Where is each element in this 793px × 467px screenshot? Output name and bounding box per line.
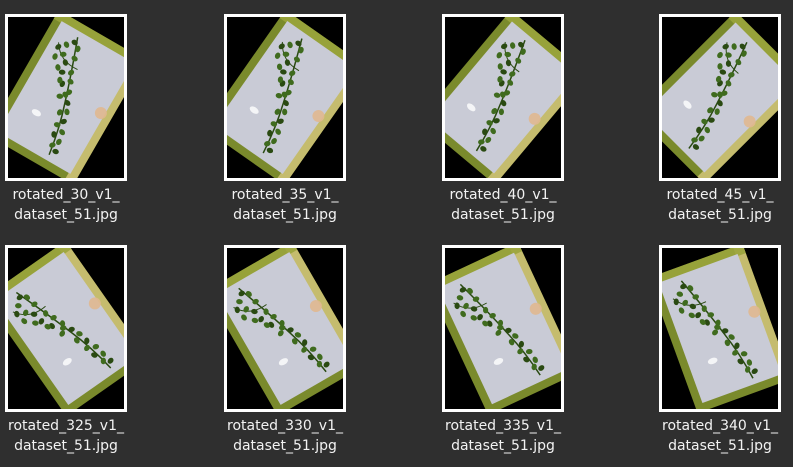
file-item[interactable]: rotated_30_v1_ dataset_51.jpg xyxy=(0,14,141,225)
plant-photo-thumbnail xyxy=(227,17,343,178)
plant-photo-thumbnail xyxy=(662,248,778,409)
file-name-label[interactable]: rotated_335_v1_ dataset_51.jpg xyxy=(428,416,578,456)
image-thumbnail[interactable] xyxy=(659,14,781,181)
plant-photo-thumbnail xyxy=(445,248,561,409)
file-name-label[interactable]: rotated_30_v1_ dataset_51.jpg xyxy=(0,185,141,225)
plant-photo-thumbnail xyxy=(8,248,124,409)
file-grid: rotated_30_v1_ dataset_51.jpg rotated_35… xyxy=(0,0,793,467)
image-thumbnail[interactable] xyxy=(5,14,127,181)
file-item[interactable]: rotated_40_v1_ dataset_51.jpg xyxy=(428,14,578,225)
file-name-label[interactable]: rotated_330_v1_ dataset_51.jpg xyxy=(210,416,360,456)
plant-photo-thumbnail xyxy=(227,248,343,409)
file-item[interactable]: rotated_45_v1_ dataset_51.jpg xyxy=(645,14,793,225)
image-thumbnail[interactable] xyxy=(224,14,346,181)
image-thumbnail[interactable] xyxy=(224,245,346,412)
file-name-label[interactable]: rotated_45_v1_ dataset_51.jpg xyxy=(645,185,793,225)
image-thumbnail[interactable] xyxy=(659,245,781,412)
file-item[interactable]: rotated_35_v1_ dataset_51.jpg xyxy=(210,14,360,225)
plant-photo-thumbnail xyxy=(8,17,124,178)
file-name-label[interactable]: rotated_35_v1_ dataset_51.jpg xyxy=(210,185,360,225)
image-thumbnail[interactable] xyxy=(442,14,564,181)
image-thumbnail[interactable] xyxy=(442,245,564,412)
file-item[interactable]: rotated_330_v1_ dataset_51.jpg xyxy=(210,245,360,456)
image-thumbnail[interactable] xyxy=(5,245,127,412)
file-item[interactable]: rotated_335_v1_ dataset_51.jpg xyxy=(428,245,578,456)
file-name-label[interactable]: rotated_325_v1_ dataset_51.jpg xyxy=(0,416,141,456)
file-item[interactable]: rotated_325_v1_ dataset_51.jpg xyxy=(0,245,141,456)
file-item[interactable]: rotated_340_v1_ dataset_51.jpg xyxy=(645,245,793,456)
plant-photo-thumbnail xyxy=(445,17,561,178)
file-name-label[interactable]: rotated_340_v1_ dataset_51.jpg xyxy=(645,416,793,456)
plant-photo-thumbnail xyxy=(662,17,778,178)
file-name-label[interactable]: rotated_40_v1_ dataset_51.jpg xyxy=(428,185,578,225)
